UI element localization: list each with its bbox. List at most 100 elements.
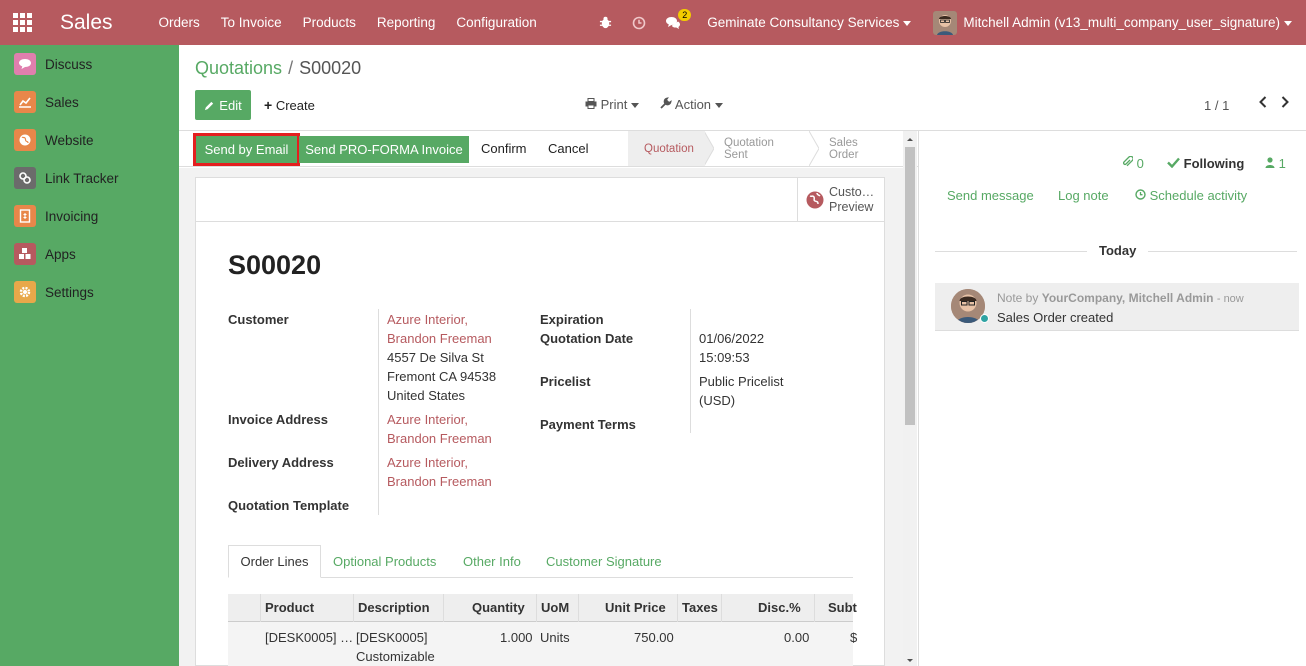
tab-order-lines[interactable]: Order Lines [228,545,321,578]
top-navbar: Sales Orders To Invoice Products Reporti… [0,0,1306,45]
edit-button[interactable]: Edit [195,90,251,120]
followers-count: 1 [1278,156,1286,171]
followers-button[interactable]: 1 [1265,156,1286,171]
user-menu[interactable]: Mitchell Admin (v13_multi_company_user_s… [963,15,1292,30]
cell-quantity: 1.000 [500,630,533,645]
column-uom[interactable]: UoM [541,600,569,615]
sidebar-item-discuss[interactable]: Discuss [0,45,179,83]
delivery-address-value[interactable]: Azure Interior, Brandon Freeman [387,453,492,491]
sidebar-item-settings[interactable]: Settings [0,273,179,311]
pricelist-value[interactable]: Public Pricelist (USD) [699,372,784,410]
column-separator [353,594,354,622]
grid-icon [12,13,32,32]
company-switcher[interactable]: Geminate Consultancy Services [707,15,912,30]
chat-button[interactable]: 2 [665,8,692,30]
scroll-thumb[interactable] [905,147,915,425]
action-label: Action [674,97,712,112]
chat-count-badge: 2 [678,8,692,21]
print-icon [585,98,597,109]
action-dropdown[interactable]: Action [660,97,724,112]
send-message-button[interactable]: Send message [947,188,1034,203]
customer-preview-button[interactable]: Custo… Preview [797,178,884,222]
caret-down-icon [631,103,640,109]
cancel-button[interactable]: Cancel [548,141,588,156]
column-description[interactable]: Description [358,600,430,615]
user-avatar[interactable] [933,10,958,35]
sidebar-item-label: Apps [45,246,76,262]
check-icon [1167,157,1180,169]
sidebar-item-sales[interactable]: Sales [0,83,179,121]
invoice-line: Brandon Freeman [387,431,492,446]
customer-line: Azure Interior, [387,312,468,327]
chevron-left-icon[interactable] [1252,96,1274,108]
user-icon [1265,157,1275,168]
quotation-date-label: Quotation Date [540,331,634,346]
user-name: Mitchell Admin (v13_multi_company_user_s… [963,15,1280,30]
invoice-address-value[interactable]: Azure Interior, Brandon Freeman [387,410,492,448]
clock-icon[interactable] [631,15,647,31]
preview-line-1: Custo… [829,185,875,199]
log-note-button[interactable]: Log note [1058,188,1109,203]
column-separator [814,594,815,622]
column-product[interactable]: Product [265,600,314,615]
following-button[interactable]: Following [1167,156,1244,171]
pricelist-line: (USD) [699,393,736,408]
customer-value[interactable]: Azure Interior, Brandon Freeman 4557 De … [387,310,496,405]
column-unit-price[interactable]: Unit Price [605,600,666,615]
stage-quotation[interactable]: Quotation [628,131,705,166]
sidebar-item-invoicing[interactable]: Invoicing [0,197,179,235]
sidebar-item-apps[interactable]: Apps [0,235,179,273]
stage-sales-order[interactable]: Sales Order [819,131,899,166]
send-proforma-invoice-button[interactable]: Send PRO-FORMA Invoice [299,136,469,163]
description-line: [DESK0005] [356,630,428,645]
create-button[interactable]: + Create [264,97,315,113]
sidebar-item-link-tracker[interactable]: Link Tracker [0,159,179,197]
menu-orders[interactable]: Orders [159,15,200,30]
attachments-count: 0 [1136,156,1144,171]
customer-label: Customer [228,312,289,327]
menu-products[interactable]: Products [303,15,356,30]
apps-menu-button[interactable] [0,0,44,45]
chart-line-icon [14,91,36,113]
confirm-button[interactable]: Confirm [481,141,527,156]
column-separator [443,594,444,622]
breadcrumb-quotations[interactable]: Quotations [195,58,282,78]
print-dropdown[interactable]: Print [585,97,640,112]
quotation-date-value[interactable]: 01/06/2022 15:09:53 [699,329,764,367]
bug-icon[interactable] [597,15,613,31]
order-title: S00020 [228,250,322,280]
invoice-icon [14,205,36,227]
message-author[interactable]: YourCompany, Mitchell Admin [1042,291,1214,305]
payment-terms-label: Payment Terms [540,417,636,432]
table-row[interactable]: [DESK0005] … [DESK0005] Customizable 1.0… [228,622,857,666]
tab-other-info[interactable]: Other Info [463,545,521,578]
column-quantity[interactable]: Quantity [472,600,525,615]
sidebar-item-label: Sales [45,94,79,110]
chevron-right-icon[interactable] [1274,96,1296,108]
sidebar-item-website[interactable]: Website [0,121,179,159]
column-discount[interactable]: Disc.% [758,600,801,615]
schedule-activity-button[interactable]: Schedule activity [1135,188,1247,203]
message-item: Note by YourCompany, Mitchell Admin - no… [935,283,1299,331]
delivery-address-label: Delivery Address [228,455,334,470]
tab-optional-products[interactable]: Optional Products [333,545,436,578]
stage-quotation-sent[interactable]: Quotation Sent [714,131,809,166]
column-subtotal[interactable]: Subt [828,600,857,615]
tab-customer-signature[interactable]: Customer Signature [546,545,662,578]
paperclip-icon [1122,155,1134,167]
send-by-email-button[interactable]: Send by Email [193,133,300,166]
attachments-button[interactable]: 0 [1122,155,1144,171]
message-header: Note by YourCompany, Mitchell Admin - no… [997,291,1244,305]
following-label: Following [1183,156,1245,171]
sidebar-item-label: Link Tracker [45,170,119,186]
menu-to-invoice[interactable]: To Invoice [221,15,282,30]
delivery-line: Brandon Freeman [387,474,492,489]
address-line: 4557 De Silva St [387,350,484,365]
column-separator [578,594,579,622]
menu-configuration[interactable]: Configuration [456,15,536,30]
column-taxes[interactable]: Taxes [682,600,718,615]
scrollbar[interactable] [903,131,917,666]
menu-reporting[interactable]: Reporting [377,15,436,30]
pager-value: 1 / 1 [1204,98,1230,113]
column-separator [721,594,722,622]
